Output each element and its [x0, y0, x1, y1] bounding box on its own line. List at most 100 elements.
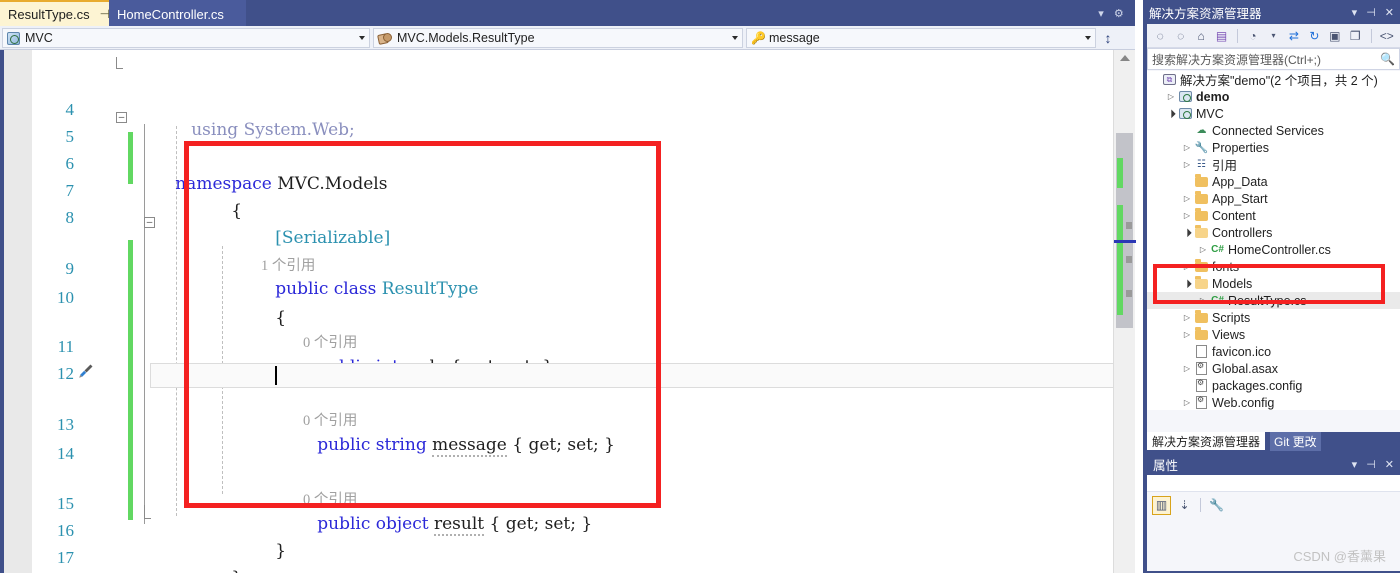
token-mvc-models: MVC.Models [271, 174, 388, 194]
tree-item[interactable]: ▷ ☷ 引用 [1147, 156, 1400, 173]
collapse-arrow-icon[interactable]: ▷ [1181, 262, 1193, 271]
tree-item[interactable]: ▷ demo [1147, 88, 1400, 105]
tree-item[interactable]: ▷ 🔧 Properties [1147, 139, 1400, 156]
tree-item[interactable]: ▷ Views [1147, 326, 1400, 343]
property-pages-icon[interactable]: 🔧 [1207, 496, 1226, 515]
member-dropdown[interactable]: 🔑 message [746, 28, 1096, 48]
chevron-down-icon[interactable] [1085, 36, 1091, 40]
wrench-icon: 🔧 [1194, 142, 1209, 154]
code-surface[interactable]: – – 4 5 6 7 8 9 10 11 12 13 14 15 16 17 [32, 50, 1117, 573]
tree-item[interactable]: App_Data [1147, 173, 1400, 190]
tree-item-label: MVC [1196, 106, 1224, 121]
tab-homecontroller-cs[interactable]: HomeController.cs [109, 0, 246, 26]
tree-item[interactable]: ▷ fonts [1147, 258, 1400, 275]
split-editor-icon[interactable]: ↕ [1097, 26, 1119, 49]
collapse-arrow-icon[interactable]: ▷ [1181, 398, 1193, 407]
editor-vertical-scrollbar[interactable] [1113, 50, 1136, 573]
tab-solution-explorer[interactable]: 解决方案资源管理器 [1147, 432, 1266, 450]
line-number: 13 [57, 415, 74, 434]
scroll-annotation [1126, 222, 1132, 229]
collapse-arrow-icon[interactable]: ▷ [1181, 330, 1193, 339]
tree-item[interactable]: ▷ Web.config [1147, 394, 1400, 410]
collapse-arrow-icon[interactable]: ▷ [1181, 143, 1193, 152]
tree-item-label: App_Data [1212, 174, 1268, 189]
refresh-icon[interactable]: ⇄ [1286, 27, 1302, 44]
line-number: 9 [65, 259, 75, 278]
solution-explorer-toolbar: ◌ ◌ ⌂ ▤ ◔ ▾ ⇄ ↻ ▣ ❐ <> [1147, 24, 1400, 48]
tree-item[interactable]: ▷ Global.asax [1147, 360, 1400, 377]
chevron-down-icon[interactable]: ▾ [1352, 458, 1358, 471]
code-line-6: namespace MVC.Models [132, 154, 387, 214]
tree-item-label: favicon.ico [1212, 344, 1272, 359]
close-icon[interactable]: ✕ [1385, 458, 1394, 471]
token-brace-close: } [231, 568, 242, 573]
tree-item[interactable]: ◢ MVC [1147, 105, 1400, 122]
forward-arrow-icon[interactable]: ◌ [1172, 27, 1188, 44]
chevron-down-icon[interactable]: ▾ [1352, 6, 1358, 19]
quick-actions-brush-icon[interactable] [78, 363, 94, 379]
solution-tree[interactable]: ⧉ 解决方案"demo"(2 个项目，共 2 个) ▷ demo ◢ MVC ☁ Connec… [1147, 71, 1400, 410]
alphabetical-icon[interactable]: ⇣ [1175, 496, 1194, 515]
collapse-arrow-icon[interactable]: ▷ [1181, 364, 1193, 373]
home-icon[interactable]: ⌂ [1193, 27, 1209, 44]
close-icon[interactable]: ✕ [1385, 6, 1394, 19]
fold-toggle[interactable]: – [144, 217, 155, 228]
tree-item[interactable]: ▷ C# ResultType.cs [1147, 292, 1400, 309]
tab-git-changes[interactable]: Git 更改 [1265, 431, 1326, 451]
project-dropdown-value: MVC [25, 31, 53, 45]
fold-toggle[interactable]: – [116, 112, 127, 123]
collapse-arrow-icon[interactable]: ▷ [1181, 194, 1193, 203]
solution-explorer-bottom-tabs: 解决方案资源管理器 Git 更改 [1147, 431, 1400, 451]
chevron-down-icon[interactable] [732, 36, 738, 40]
search-icon[interactable]: 🔍 [1380, 52, 1395, 66]
collapse-arrow-icon[interactable]: ▷ [1197, 296, 1209, 305]
csharp-file-icon: C# [1211, 295, 1224, 306]
properties-icon[interactable]: ❐ [1347, 27, 1363, 44]
project-icon [7, 31, 20, 45]
tree-item[interactable]: packages.config [1147, 377, 1400, 394]
tree-item[interactable]: ◢ Models [1147, 275, 1400, 292]
solution-explorer-search[interactable]: 搜索解决方案资源管理器(Ctrl+;) 🔍 [1147, 48, 1400, 70]
collapse-arrow-icon[interactable]: ▷ [1181, 211, 1193, 220]
tree-item[interactable]: ☁ Connected Services [1147, 122, 1400, 139]
caret-position-marker [1114, 240, 1136, 243]
code-view-icon[interactable]: <> [1378, 27, 1394, 44]
tree-item[interactable]: ◢ Controllers [1147, 224, 1400, 241]
pin-icon[interactable]: ⊣ [1366, 6, 1376, 19]
vs-sync-icon[interactable]: ▤ [1213, 27, 1229, 44]
back-arrow-icon[interactable]: ◌ [1152, 27, 1168, 44]
chevron-down-icon[interactable]: ▾ [1098, 7, 1104, 20]
tab-label: 解决方案资源管理器 [1152, 434, 1261, 449]
line-number: 12 [57, 364, 74, 383]
collapse-arrow-icon[interactable]: ▷ [1181, 160, 1193, 169]
collapse-all-icon[interactable]: ↻ [1306, 27, 1322, 44]
gear-icon[interactable]: ⚙ [1114, 7, 1124, 20]
token-public: public [317, 435, 371, 455]
chevron-down-icon[interactable] [359, 36, 365, 40]
tree-item[interactable]: ▷ App_Start [1147, 190, 1400, 207]
collapse-arrow-icon[interactable]: ▷ [1165, 92, 1177, 101]
type-dropdown[interactable]: MVC.Models.ResultType [373, 28, 743, 48]
member-dropdown-value: message [769, 31, 820, 45]
tab-label: Git 更改 [1270, 431, 1321, 451]
code-editor[interactable]: – – 4 5 6 7 8 9 10 11 12 13 14 15 16 17 [0, 50, 1136, 573]
properties-object-selector[interactable] [1147, 475, 1400, 492]
chevron-down-icon[interactable]: ▾ [1265, 27, 1281, 44]
categorized-icon[interactable]: ▥ [1152, 495, 1171, 515]
tree-item[interactable]: favicon.ico [1147, 343, 1400, 360]
token-message-identifier: message [432, 435, 507, 457]
collapse-arrow-icon[interactable]: ▷ [1197, 245, 1209, 254]
project-dropdown[interactable]: MVC [2, 28, 370, 48]
pin-icon[interactable]: ⊣ [1366, 458, 1376, 471]
tree-item[interactable]: ▷ Content [1147, 207, 1400, 224]
pending-changes-icon[interactable]: ◔ [1245, 27, 1261, 44]
tree-item[interactable]: ▷ C# HomeController.cs [1147, 241, 1400, 258]
collapse-arrow-icon[interactable]: ▷ [1181, 313, 1193, 322]
tree-item[interactable]: ▷ Scripts [1147, 309, 1400, 326]
editor-navigation-bar: MVC MVC.Models.ResultType 🔑 message ↕ [0, 26, 1135, 50]
outline-end-marker [144, 505, 151, 519]
tree-item-label: Web.config [1212, 395, 1275, 410]
show-all-files-icon[interactable]: ▣ [1327, 27, 1343, 44]
tree-item[interactable]: ⧉ 解决方案"demo"(2 个项目，共 2 个) [1147, 71, 1400, 88]
scroll-up-button[interactable] [1114, 50, 1136, 66]
